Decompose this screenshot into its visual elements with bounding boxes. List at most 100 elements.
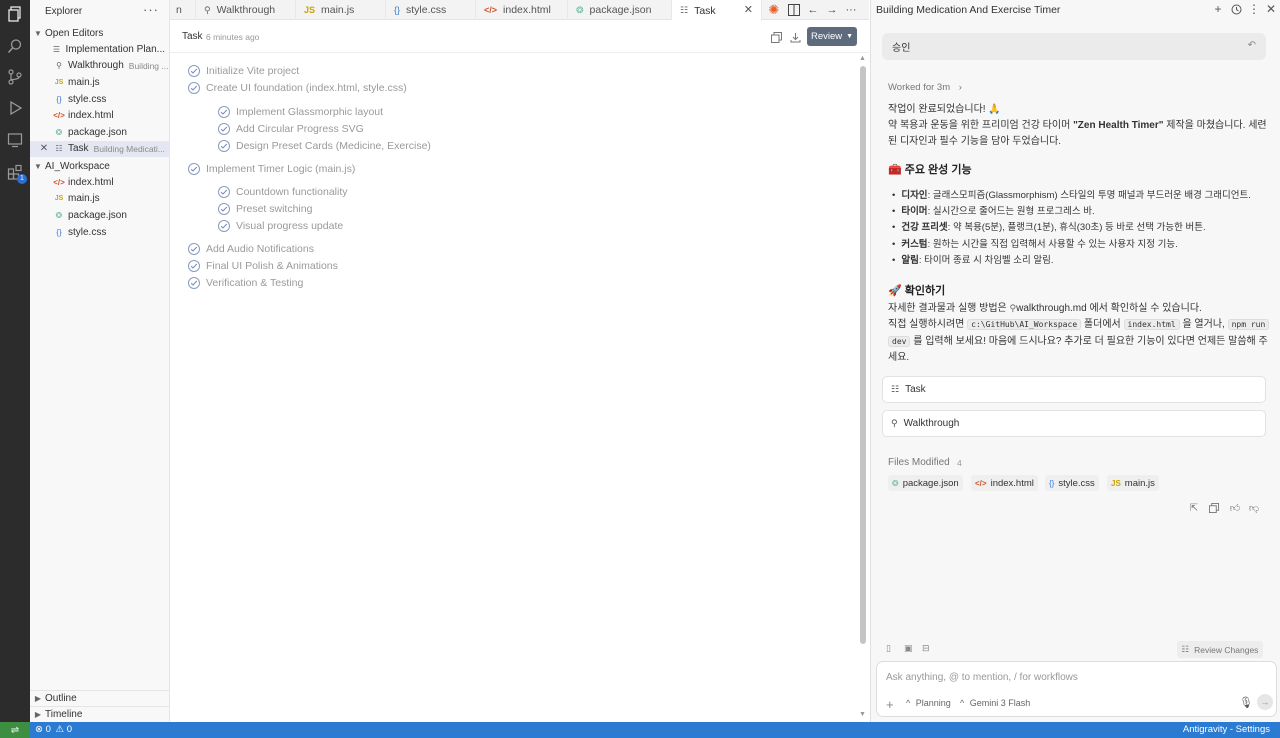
problems-indicator[interactable]: ⊗ 0 ⚠ 0 (35, 724, 72, 735)
outline-label: Outline (45, 693, 77, 704)
file-name: package.json (68, 126, 127, 138)
open-editor-item[interactable]: {} style.css (30, 91, 170, 108)
workspace-section[interactable]: ▼ AI_Workspace (30, 158, 170, 174)
workspace-file-item[interactable]: </> index.html (30, 174, 170, 191)
open-editor-item[interactable]: ❂ package.json (30, 124, 170, 141)
check-line-3: dev 를 입력해 보세요! 마음에 드시나요? 추가로 더 필요한 기능이 있… (888, 334, 1268, 350)
open-editor-item[interactable]: ⚲ Walkthrough Building ... (30, 58, 170, 75)
check-circle-icon (188, 260, 200, 272)
antigravity-icon[interactable]: ✺ (766, 2, 782, 18)
tab-file-icon: ☷ (680, 5, 689, 15)
chevron-down-icon: ▼ (846, 33, 854, 40)
artifact-card-task[interactable]: ☷ Task (882, 376, 1266, 403)
worked-for-toggle[interactable]: Worked for 3m › (888, 82, 962, 93)
json-icon: ❂ (55, 210, 63, 220)
close-icon[interactable]: ✕ (744, 3, 753, 16)
feature-item: • 알림: 타이머 종료 시 차임벨 소리 알림. (892, 252, 1054, 266)
modified-file-chip[interactable]: ❂ package.json (888, 475, 963, 491)
check-line2-pre: 직접 실행하시려면 (888, 319, 968, 330)
remote-indicator-icon[interactable]: ⇌ (0, 722, 30, 738)
check-line2-post: 을 열거나, (1179, 319, 1228, 330)
walkthrough-link[interactable]: walkthrough.md (1016, 303, 1087, 314)
close-icon[interactable]: ✕ (38, 143, 50, 154)
copy-icon[interactable] (769, 30, 783, 44)
features-heading: 🧰 주요 완성 기능 (888, 164, 972, 176)
check-line-2: 직접 실행하시려면 c:\GitHub\AI_Workspace 폴더에서 in… (888, 317, 1270, 333)
close-panel-icon[interactable]: ✕ (1264, 2, 1278, 16)
explorer-icon[interactable] (5, 4, 25, 24)
workspace-file-item[interactable]: {} style.css (30, 224, 170, 241)
task-header: Task 6 minutes ago Review ▼ (170, 21, 869, 53)
task-item: Preset switching (218, 201, 312, 217)
tab-n[interactable]: n (170, 0, 196, 20)
send-button[interactable]: → (1257, 694, 1273, 710)
copy-response-icon[interactable] (1207, 501, 1221, 515)
history-icon[interactable] (1229, 2, 1243, 16)
task-text: Create UI foundation (index.html, style.… (206, 82, 407, 94)
task-item: Final UI Polish & Animations (188, 258, 338, 274)
error-count: 0 (45, 724, 51, 735)
mode-selector[interactable]: ^ Planning (906, 698, 951, 708)
chat-input-placeholder[interactable]: Ask anything, @ to mention, / for workfl… (886, 672, 1078, 683)
image-context-icon[interactable]: ▣ (904, 643, 917, 656)
modified-file-chip[interactable]: JS main.js (1107, 475, 1159, 491)
sidebar-more-icon[interactable]: ··· (143, 2, 159, 17)
settings-status[interactable]: Antigravity - Settings (1183, 724, 1270, 735)
extensions-icon[interactable]: 1 (5, 162, 27, 184)
open-editor-icon[interactable]: ⇱ (1187, 501, 1201, 515)
tab-walkthrough[interactable]: ⚲ Walkthrough (196, 0, 296, 20)
modified-file-chip[interactable]: {} style.css (1045, 475, 1099, 491)
more-options-icon[interactable]: ⋮ (1247, 2, 1261, 16)
check-line3-post: 를 입력해 보세요! 마음에 드시나요? 추가로 더 필요한 기능이 있다면 언… (910, 336, 1268, 347)
arrow-right-icon[interactable]: → (824, 2, 840, 18)
tab-file-icon: </> (484, 5, 498, 15)
tab-index-html[interactable]: </> index.html (476, 0, 568, 20)
microphone-icon[interactable]: 🎙︎ (1239, 696, 1253, 709)
tab-label: n (176, 4, 182, 16)
more-actions-icon[interactable]: ··· (843, 2, 859, 18)
scroll-down-arrow-icon[interactable]: ▼ (859, 711, 866, 718)
file-context-icon[interactable]: ▯ (886, 643, 899, 656)
editor-scrollbar[interactable] (860, 66, 866, 644)
open-editor-item[interactable]: ☰ Implementation Plan... (30, 41, 170, 58)
task-item: Visual progress update (218, 218, 343, 234)
tab-file-icon: ⚲ (204, 4, 211, 15)
error-icon: ⊗ (35, 724, 43, 735)
split-editor-icon[interactable] (786, 2, 802, 18)
add-context-icon[interactable]: + (886, 697, 894, 712)
open-editor-item[interactable]: </> index.html (30, 107, 170, 124)
mode-label: Planning (915, 698, 951, 708)
thumbs-up-icon[interactable]: 👍︎ (1228, 501, 1242, 515)
review-changes-label: Review Changes (1194, 644, 1259, 655)
search-icon[interactable] (5, 36, 25, 56)
timeline-section[interactable]: ▶ Timeline (30, 706, 170, 722)
tab-package-json[interactable]: ❂ package.json (568, 0, 672, 20)
download-icon[interactable] (788, 30, 802, 44)
scroll-up-arrow-icon[interactable]: ▲ (859, 55, 866, 62)
tab-main-js[interactable]: JS main.js (296, 0, 386, 20)
artifact-label: Task (905, 384, 926, 395)
artifact-card-walkthrough[interactable]: ⚲ Walkthrough (882, 410, 1266, 437)
remote-explorer-icon[interactable] (5, 130, 25, 150)
workspace-file-item[interactable]: ❂ package.json (30, 207, 170, 224)
undo-icon[interactable]: ↶ (1248, 40, 1256, 51)
tab-task[interactable]: ☷ Task ✕ (672, 0, 762, 21)
open-editors-section[interactable]: ▼ Open Editors (30, 25, 170, 41)
source-control-icon[interactable] (5, 67, 25, 87)
modified-file-chip[interactable]: </> index.html (971, 475, 1038, 491)
chat-input-box[interactable]: Ask anything, @ to mention, / for workfl… (876, 661, 1277, 717)
run-debug-icon[interactable] (5, 98, 25, 118)
review-changes-button[interactable]: ☷ Review Changes (1177, 641, 1263, 658)
review-button[interactable]: Review ▼ (807, 27, 857, 46)
tab-style-css[interactable]: {} style.css (386, 0, 476, 20)
open-editor-item[interactable]: JS main.js (30, 74, 170, 91)
worked-for-label: Worked for 3m (888, 82, 951, 93)
model-selector[interactable]: ^ Gemini 3 Flash (960, 698, 1030, 708)
open-editor-item[interactable]: ✕ ☷ Task Building Medicati... (30, 140, 170, 158)
arrow-left-icon[interactable]: ← (805, 2, 821, 18)
thumbs-down-icon[interactable]: 👎︎ (1247, 501, 1261, 515)
workspace-file-item[interactable]: JS main.js (30, 191, 170, 208)
outline-section[interactable]: ▶ Outline (30, 690, 170, 706)
new-chat-icon[interactable]: + (1211, 2, 1225, 16)
browser-context-icon[interactable]: ⊟ (922, 643, 935, 656)
